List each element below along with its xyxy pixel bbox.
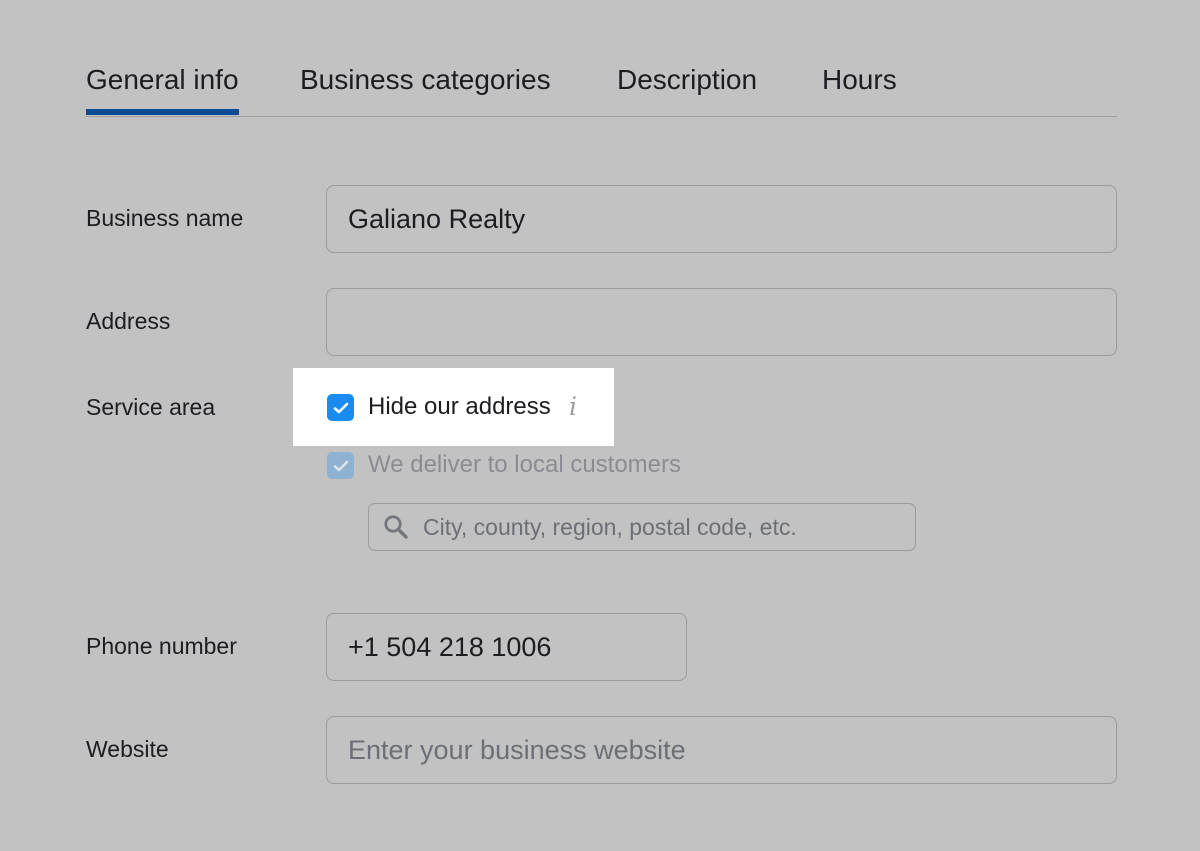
service-area-label: Service area [86,394,216,420]
search-placeholder: City, county, region, postal code, etc. [423,513,797,540]
website-placeholder: Enter your business website [348,734,686,765]
service-area-search-input[interactable]: City, county, region, postal code, etc. [368,503,916,551]
phone-label: Phone number [86,633,237,659]
search-icon [384,515,408,539]
tab-hours[interactable]: Hours [822,64,897,96]
website-input[interactable]: Enter your business website [326,716,1117,784]
business-name-value: Galiano Realty [348,203,526,234]
hide-address-checkbox[interactable] [327,394,354,421]
tab-general-info[interactable]: General info [86,64,239,115]
phone-input[interactable]: +1 504 218 1006 [326,613,687,681]
tab-description[interactable]: Description [617,64,757,96]
tab-bar: General info Business categories Descrip… [86,56,1117,117]
address-label: Address [86,308,171,334]
tab-business-categories[interactable]: Business categories [300,64,551,96]
address-input[interactable] [326,288,1117,356]
business-name-input[interactable]: Galiano Realty [326,185,1117,253]
deliver-local-label[interactable]: We deliver to local customers [368,451,681,479]
phone-value: +1 504 218 1006 [348,631,552,662]
business-name-label: Business name [86,205,244,231]
info-icon[interactable]: i [569,393,577,421]
hide-address-label[interactable]: Hide our address [368,393,551,421]
checkmark-icon [333,460,348,471]
checkmark-icon [333,402,348,413]
website-label: Website [86,736,169,762]
deliver-local-checkbox[interactable] [327,452,354,479]
